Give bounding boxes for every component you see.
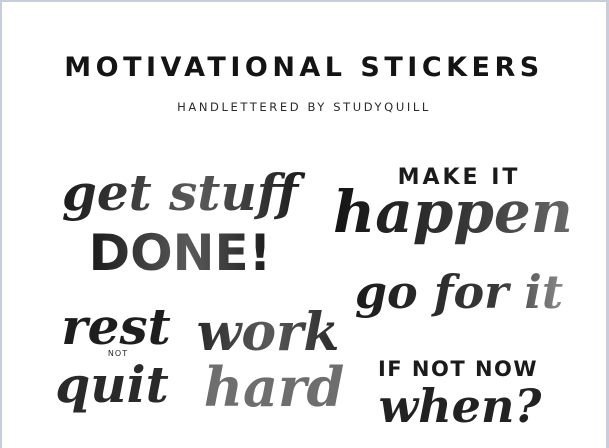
sticker-line-1: rest [61, 297, 170, 356]
sticker-line-2: happen [333, 178, 573, 246]
sticker-line-1: IF NOT NOW [378, 357, 538, 381]
sticker-sheet: MOTIVATIONAL STICKERS HANDLETTERED BY ST… [2, 2, 606, 448]
sticker-line-1: work [197, 302, 340, 363]
sticker-work-hard: work hard [192, 302, 352, 420]
sticker-line-2: when? [379, 379, 543, 433]
page-subtitle: HANDLETTERED BY STUDYQUILL [177, 100, 431, 114]
sticker-go-for-it: go for it [355, 264, 563, 326]
sticker-rest-not-quit: rest NOT quit [48, 297, 183, 416]
sticker-line-2: quit [55, 355, 168, 414]
sticker-line-2: hard [204, 355, 344, 419]
sticker-line-2: DONE! [89, 224, 272, 282]
sticker-if-not-now-when: IF NOT NOW when? [374, 350, 554, 436]
sticker-line-1: get stuff [62, 163, 306, 222]
page-title: MOTIVATIONAL STICKERS [64, 52, 544, 83]
sticker-make-it-happen: MAKE IT happen [324, 160, 582, 250]
sticker-line-1: go for it [355, 265, 563, 319]
sticker-get-stuff-done: get stuff DONE! [60, 162, 306, 282]
